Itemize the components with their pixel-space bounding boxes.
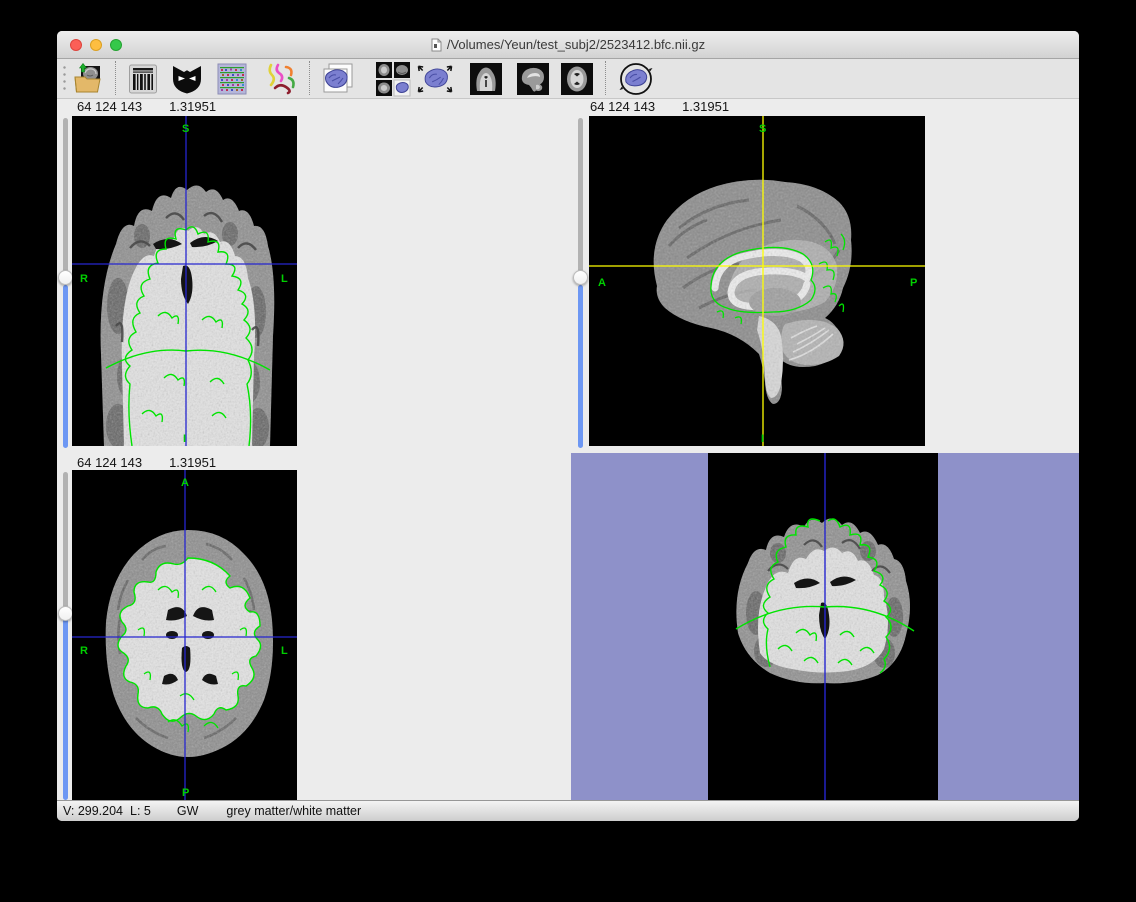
sagittal-view-icon (517, 63, 549, 95)
axial-label-anterior: A (181, 477, 189, 489)
toolbar-separator (605, 61, 606, 95)
quad-view-button[interactable] (375, 61, 411, 96)
sagittal-value: 1.31951 (682, 99, 729, 114)
curves-tool-button[interactable] (263, 61, 299, 96)
traffic-lights (70, 39, 122, 51)
sagittal-label-posterior: P (910, 277, 917, 289)
status-description: grey matter/white matter (226, 804, 361, 818)
curves-icon (264, 62, 298, 96)
toolbar-separator (309, 61, 310, 95)
axial-label-posterior: P (182, 787, 189, 799)
sagittal-label-anterior: A (598, 277, 606, 289)
fit-brain-icon (417, 61, 453, 97)
toolbar-separator (115, 61, 116, 95)
surface-view-slice[interactable] (708, 453, 938, 800)
coronal-coords: 64 124 143 (77, 99, 142, 114)
sagittal-label-superior: S (759, 123, 766, 135)
sagittal-slice-slider[interactable] (573, 118, 588, 448)
window-title-area: /Volumes/Yeun/test_subj2/2523412.bfc.nii… (57, 31, 1079, 58)
toolbar (57, 59, 1079, 99)
sagittal-header: 64 124 143 1.31951 (590, 99, 729, 114)
coronal-label-inferior: I (183, 433, 186, 445)
quad-view-icon (375, 61, 411, 97)
axial-coords: 64 124 143 (77, 455, 142, 470)
surface-stack-button[interactable] (318, 61, 354, 96)
titlebar: /Volumes/Yeun/test_subj2/2523412.bfc.nii… (57, 31, 1079, 59)
coronal-label-superior: S (182, 123, 189, 135)
label-grid-button[interactable] (214, 61, 250, 96)
axial-view[interactable]: A P R L (72, 470, 297, 800)
surface-view-panel[interactable] (571, 453, 1079, 800)
desktop: { "window": { "title": "/Volumes/Yeun/te… (0, 0, 1136, 902)
mask-icon (171, 63, 203, 95)
coronal-label-left: L (281, 273, 288, 285)
coronal-view-icon (470, 63, 502, 95)
status-mode-badge: GW (177, 804, 199, 818)
document-proxy-icon[interactable] (431, 38, 442, 52)
axial-view-icon (561, 63, 593, 95)
toolbar-grip[interactable] (61, 64, 68, 93)
axial-label-right: R (80, 645, 88, 657)
intensity-scale-icon (128, 63, 158, 95)
status-level: L: 5 (130, 804, 151, 818)
close-button[interactable] (70, 39, 82, 51)
axial-header: 64 124 143 1.31951 (77, 455, 216, 470)
mask-tool-button[interactable] (169, 61, 205, 96)
coronal-slider-thumb[interactable] (58, 270, 73, 285)
coronal-label-right: R (80, 273, 88, 285)
sagittal-label-inferior: I (761, 433, 764, 445)
rotate-3d-button[interactable] (615, 61, 657, 96)
viewport-grid: 64 124 143 1.31951 (57, 99, 1079, 801)
status-voxel-value: V: 299.204 (63, 804, 123, 818)
minimize-button[interactable] (90, 39, 102, 51)
axial-view-button[interactable] (559, 61, 595, 96)
fit-brain-button[interactable] (417, 61, 453, 96)
sagittal-coords: 64 124 143 (590, 99, 655, 114)
coronal-view[interactable]: S I R L (72, 116, 297, 446)
open-volume-icon (72, 62, 106, 96)
sagittal-slider-thumb[interactable] (573, 270, 588, 285)
axial-label-left: L (281, 645, 288, 657)
intensity-scale-button[interactable] (125, 61, 161, 96)
axial-value: 1.31951 (169, 455, 216, 470)
window-title: /Volumes/Yeun/test_subj2/2523412.bfc.nii… (447, 37, 705, 52)
sagittal-view-button[interactable] (515, 61, 551, 96)
coronal-slice-slider[interactable] (58, 118, 73, 448)
statusbar: V: 299.204 L: 5 GW grey matter/white mat… (57, 800, 1079, 821)
axial-slider-thumb[interactable] (58, 606, 73, 621)
label-grid-icon (217, 63, 247, 95)
rotate-3d-icon (616, 60, 656, 98)
axial-slice-slider[interactable] (58, 472, 73, 800)
surface-stack-icon (318, 62, 354, 96)
sagittal-view[interactable]: S I A P (589, 116, 925, 446)
coronal-view-button[interactable] (468, 61, 504, 96)
coronal-value: 1.31951 (169, 99, 216, 114)
coronal-header: 64 124 143 1.31951 (77, 99, 216, 114)
app-window: /Volumes/Yeun/test_subj2/2523412.bfc.nii… (57, 31, 1079, 821)
open-volume-button[interactable] (71, 61, 107, 96)
zoom-button[interactable] (110, 39, 122, 51)
